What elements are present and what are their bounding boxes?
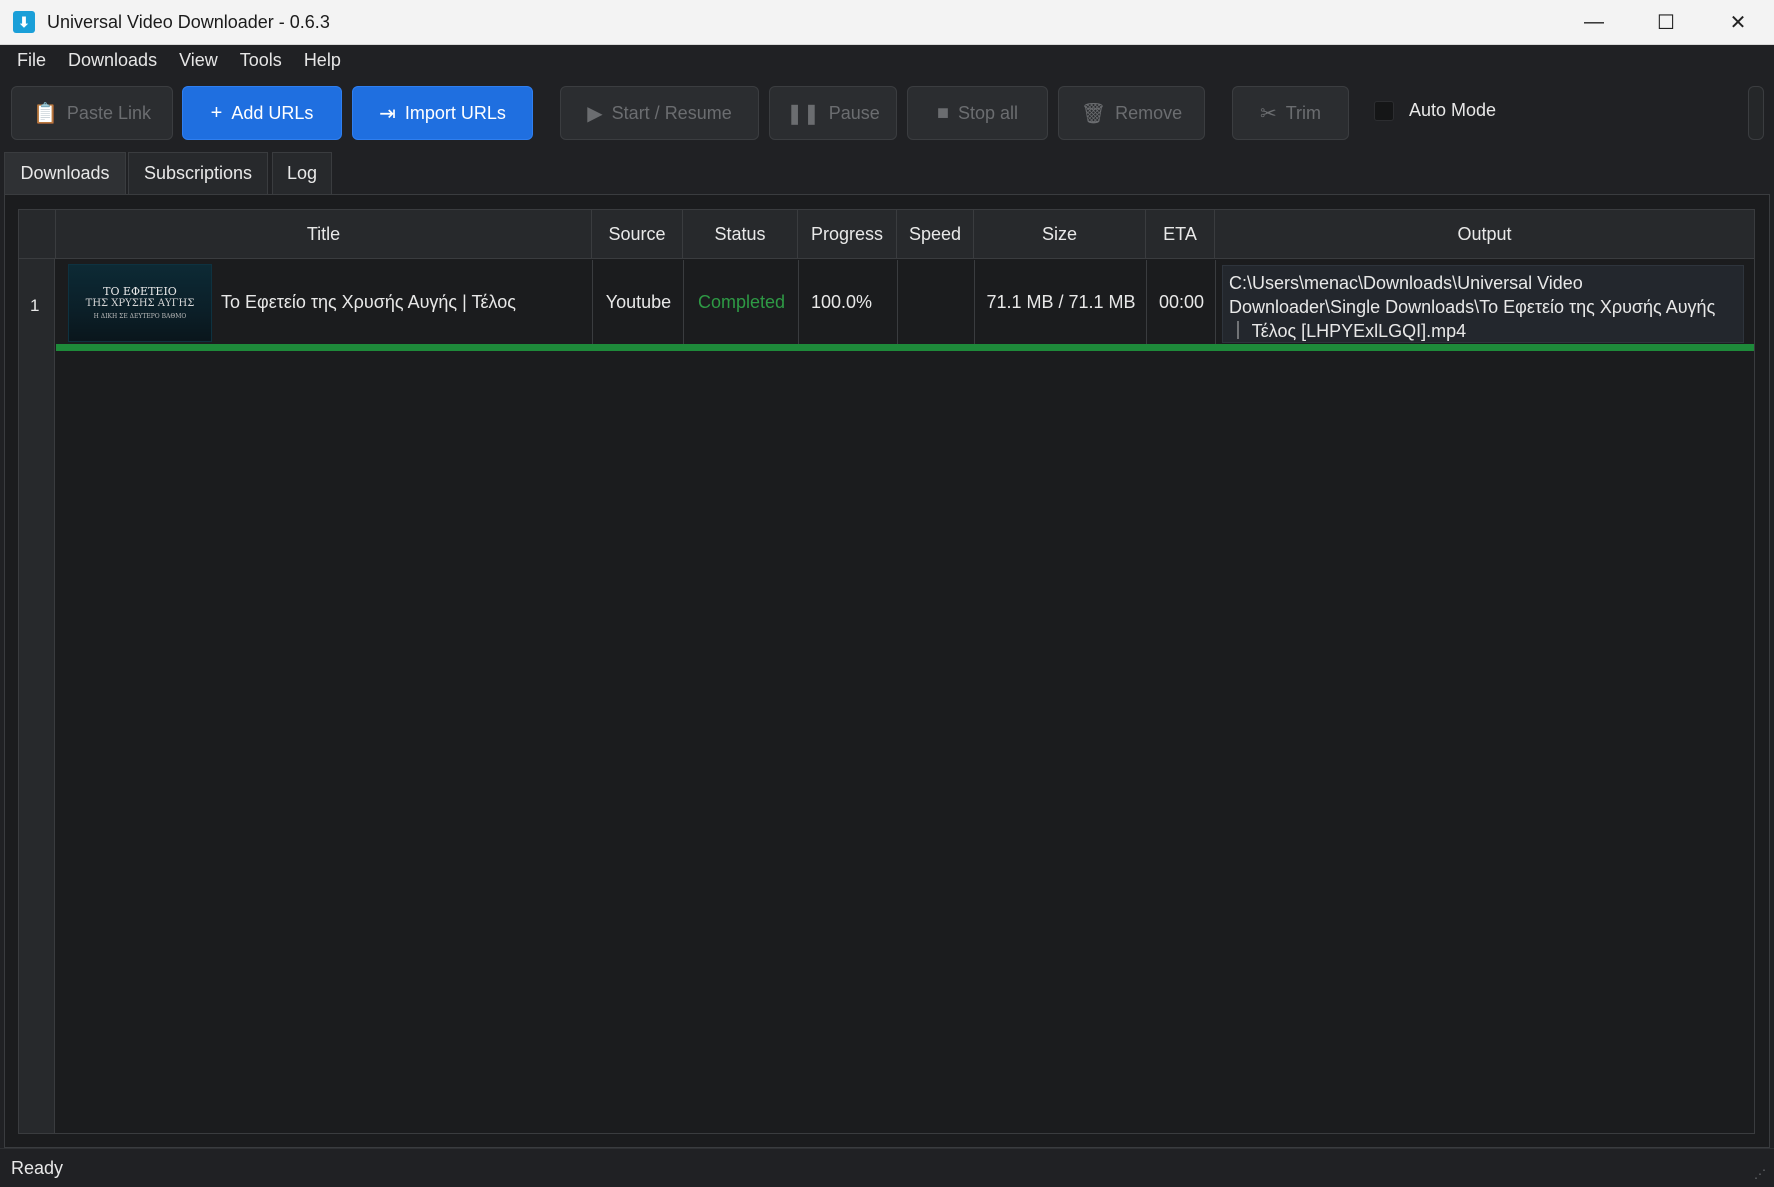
column-header-eta[interactable]: ETA [1146, 210, 1215, 259]
menu-file[interactable]: File [6, 45, 57, 76]
header-corner[interactable] [19, 210, 56, 259]
video-thumbnail: ΤΟ ΕΦΕΤΕΙΟ ΤΗΣ ΧΡΥΣΗΣ ΑΥΓΗΣ Η ΔΙΚΗ ΣΕ ΔΕ… [68, 264, 212, 342]
row-size[interactable]: 71.1 MB / 71.1 MB [975, 260, 1147, 344]
status-text: Ready [11, 1157, 64, 1178]
row-progress-bar [56, 344, 1754, 351]
toolbar-overflow-handle[interactable] [1748, 86, 1764, 140]
status-bar: Ready ⋰ [0, 1148, 1774, 1187]
start-resume-button[interactable]: ▶ Start / Resume [560, 86, 759, 140]
trash-icon: 🗑 [1080, 102, 1107, 125]
download-icon: ⬇ [13, 11, 35, 33]
maximize-button[interactable]: ☐ [1630, 0, 1702, 45]
stop-icon: ■ [936, 101, 950, 124]
remove-label: Remove [1115, 102, 1183, 123]
close-button[interactable]: ✕ [1702, 0, 1774, 45]
pause-icon: ❚❚ [786, 102, 820, 125]
scissors-icon: ✂ [1259, 102, 1277, 125]
row-speed[interactable] [898, 260, 975, 344]
menu-tools[interactable]: Tools [229, 45, 293, 76]
row-progress[interactable]: 100.0% [811, 260, 897, 344]
paste-link-button[interactable]: 📋 Paste Link [11, 86, 173, 140]
row-status[interactable]: Completed [684, 260, 799, 344]
row-output-path[interactable]: C:\Users\menac\Downloads\Universal Video… [1222, 265, 1744, 343]
trim-button[interactable]: ✂ Trim [1232, 86, 1349, 140]
stop-all-button[interactable]: ■ Stop all [907, 86, 1048, 140]
column-header-output[interactable]: Output [1215, 210, 1754, 259]
column-divider [1215, 260, 1216, 344]
row-source[interactable]: Youtube [593, 260, 684, 344]
row-number[interactable]: 1 [30, 296, 39, 316]
window-title: Universal Video Downloader - 0.6.3 [47, 11, 330, 32]
add-urls-label: Add URLs [231, 102, 314, 123]
window-controls: — ☐ ✕ [1558, 0, 1774, 45]
import-urls-label: Import URLs [404, 102, 506, 123]
minimize-button[interactable]: — [1558, 0, 1630, 45]
column-header-source[interactable]: Source [592, 210, 683, 259]
remove-button[interactable]: 🗑 Remove [1058, 86, 1205, 140]
auto-mode-label: Auto Mode [1409, 100, 1497, 120]
row-eta[interactable]: 00:00 [1147, 260, 1216, 344]
tab-downloads[interactable]: Downloads [4, 152, 126, 194]
title-bar: ⬇ Universal Video Downloader - 0.6.3 — ☐… [0, 0, 1774, 45]
resize-grip-icon[interactable]: ⋰ [1754, 1167, 1770, 1183]
paste-link-label: Paste Link [66, 102, 151, 123]
column-header-status[interactable]: Status [683, 210, 798, 259]
start-resume-label: Start / Resume [611, 102, 732, 123]
import-urls-button[interactable]: ⇥ Import URLs [352, 86, 533, 140]
column-header-speed[interactable]: Speed [897, 210, 974, 259]
pause-button[interactable]: ❚❚ Pause [769, 86, 897, 140]
add-urls-button[interactable]: + Add URLs [182, 86, 342, 140]
auto-mode-checkbox[interactable] [1374, 100, 1394, 121]
column-header-size[interactable]: Size [974, 210, 1146, 259]
row-header-gutter [19, 259, 55, 1133]
stop-all-label: Stop all [958, 102, 1019, 123]
clipboard-icon: 📋 [33, 102, 58, 125]
trim-label: Trim [1285, 102, 1322, 123]
thumbnail-text-line2: ΤΗΣ ΧΡΥΣΗΣ ΑΥΓΗΣ [85, 298, 195, 309]
thumbnail-text-line1: ΤΟ ΕΦΕΤΕΙΟ [103, 285, 177, 298]
tab-log[interactable]: Log [272, 152, 332, 194]
column-divider [798, 260, 799, 344]
play-icon: ▶ [587, 102, 603, 125]
table-header: Title Source Status Progress Speed Size … [19, 210, 1754, 259]
auto-mode-toggle[interactable]: Auto Mode [1374, 100, 1496, 121]
menu-downloads[interactable]: Downloads [57, 45, 168, 76]
plus-icon: + [210, 101, 223, 124]
menu-view[interactable]: View [168, 45, 229, 76]
row-title[interactable]: Το Εφετείο της Χρυσής Αυγής | Τέλος [221, 260, 591, 344]
menu-bar: File Downloads View Tools Help [0, 45, 1774, 76]
pause-label: Pause [828, 102, 880, 123]
thumbnail-text-line3: Η ΔΙΚΗ ΣΕ ΔΕΥΤΕΡΟ ΒΑΘΜΟ [93, 313, 187, 320]
tab-subscriptions[interactable]: Subscriptions [128, 152, 268, 194]
file-import-icon: ⇥ [379, 102, 396, 125]
column-header-progress[interactable]: Progress [798, 210, 897, 259]
menu-help[interactable]: Help [293, 45, 352, 76]
column-header-title[interactable]: Title [56, 210, 592, 259]
